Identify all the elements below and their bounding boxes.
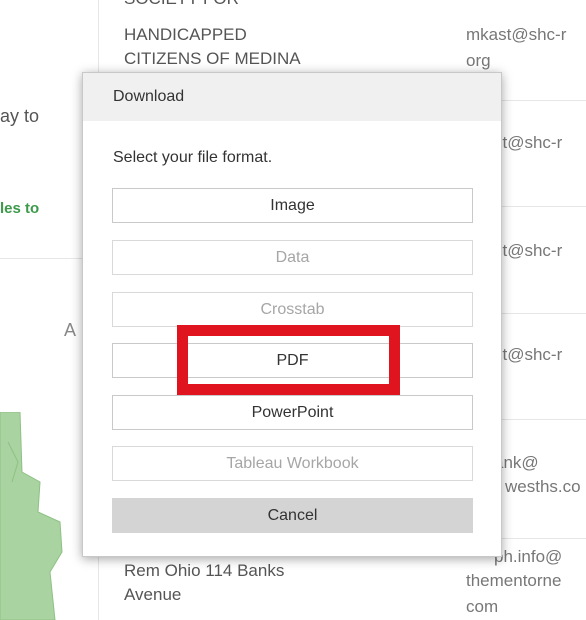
dialog-title: Download bbox=[113, 88, 185, 105]
cancel-button[interactable]: Cancel bbox=[112, 498, 473, 533]
tableau-workbook-format-button: Tableau Workbook bbox=[112, 446, 473, 481]
data-format-button: Data bbox=[112, 240, 473, 275]
dialog-header: Download bbox=[83, 73, 501, 121]
dialog-prompt: Select your file format. bbox=[113, 149, 273, 166]
download-dialog: Download Select your file format. Image … bbox=[82, 72, 502, 557]
crosstab-format-button: Crosstab bbox=[112, 292, 473, 327]
image-format-button[interactable]: Image bbox=[112, 188, 473, 223]
pdf-format-button[interactable]: PDF bbox=[112, 343, 473, 378]
powerpoint-format-button[interactable]: PowerPoint bbox=[112, 395, 473, 430]
